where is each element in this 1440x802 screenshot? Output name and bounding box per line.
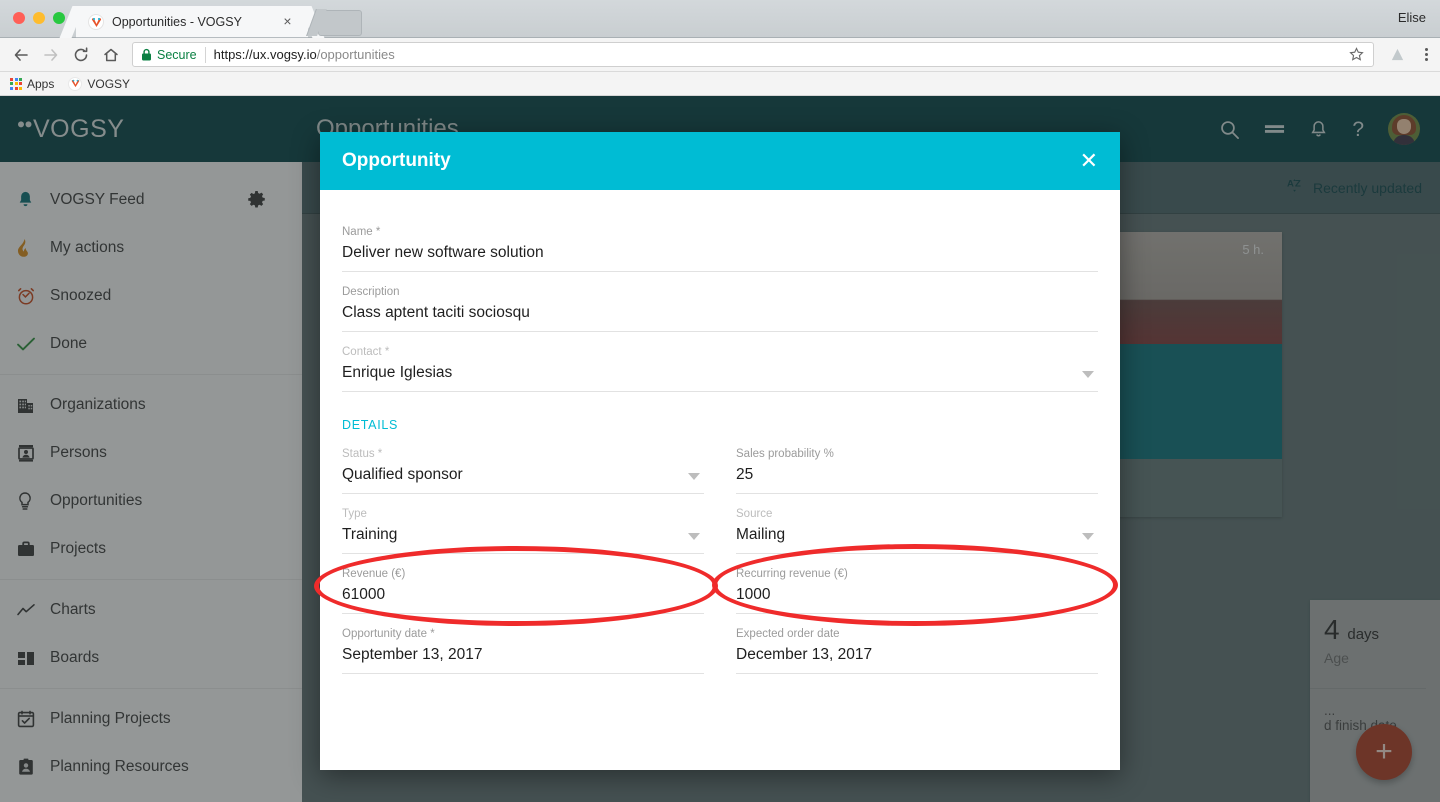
home-icon[interactable] xyxy=(96,40,126,70)
chevron-down-icon[interactable] xyxy=(688,533,700,540)
maximize-window-button[interactable] xyxy=(53,12,65,24)
screenshot-root: Opportunities - VOGSY × Elise Secure htt… xyxy=(0,0,1440,802)
field-contact[interactable]: Contact * Enrique Iglesias xyxy=(342,332,1098,392)
type-select[interactable]: Training xyxy=(342,526,704,554)
recurring-revenue-input[interactable]: 1000 xyxy=(736,586,1098,614)
field-label: Opportunity date * xyxy=(342,628,435,640)
modal-header: Opportunity ✕ xyxy=(320,132,1120,190)
row-dates: Opportunity date * September 13, 2017 Ex… xyxy=(342,614,1098,674)
browser-tab-strip: Opportunities - VOGSY × Elise xyxy=(0,0,1440,38)
revenue-input[interactable]: 61000 xyxy=(342,586,704,614)
apps-grid-icon xyxy=(10,77,22,90)
modal-title: Opportunity xyxy=(342,150,451,171)
browser-tab-active[interactable]: Opportunities - VOGSY × xyxy=(76,6,308,38)
bookmark-apps[interactable]: Apps xyxy=(10,77,54,91)
forward-arrow-icon xyxy=(36,40,66,70)
back-arrow-icon[interactable] xyxy=(6,40,36,70)
opportunity-date-input[interactable]: September 13, 2017 xyxy=(342,646,704,674)
opportunity-modal: Opportunity ✕ Name * Deliver new softwar… xyxy=(320,132,1120,770)
row-revenue: Revenue (€) 61000 Recurring revenue (€) … xyxy=(342,554,1098,614)
reload-icon[interactable] xyxy=(66,40,96,70)
bookmark-bar: Apps VOGSY xyxy=(0,72,1440,96)
sales-probability-input[interactable]: 25 xyxy=(736,466,1098,494)
browser-toolbar: Secure https://ux.vogsy.io/opportunities xyxy=(0,38,1440,72)
field-description[interactable]: Description Class aptent taciti sociosqu xyxy=(342,272,1098,332)
field-label: Source xyxy=(736,508,773,520)
close-icon[interactable]: ✕ xyxy=(1078,146,1100,176)
bookmark-vogsy[interactable]: VOGSY xyxy=(68,76,131,91)
field-label: Description xyxy=(342,286,400,298)
window-traffic-lights[interactable] xyxy=(13,12,65,24)
name-input[interactable]: Deliver new software solution xyxy=(342,244,1098,272)
field-source[interactable]: Source Mailing xyxy=(736,494,1098,554)
drive-icon[interactable] xyxy=(1382,40,1412,70)
status-select[interactable]: Qualified sponsor xyxy=(342,466,704,494)
field-label: Expected order date xyxy=(736,628,840,640)
field-revenue[interactable]: Revenue (€) 61000 xyxy=(342,554,704,614)
row-status-probability: Status * Qualified sponsor Sales probabi… xyxy=(342,434,1098,494)
field-expected-order-date[interactable]: Expected order date December 13, 2017 xyxy=(736,614,1098,674)
row-type-source: Type Training Source Mailing xyxy=(342,494,1098,554)
new-tab-button[interactable] xyxy=(318,10,362,36)
field-sales-probability[interactable]: Sales probability % 25 xyxy=(736,434,1098,494)
field-label: Recurring revenue (€) xyxy=(736,568,848,580)
field-status[interactable]: Status * Qualified sponsor xyxy=(342,434,704,494)
field-recurring-revenue[interactable]: Recurring revenue (€) 1000 xyxy=(736,554,1098,614)
bookmark-apps-label: Apps xyxy=(27,76,55,91)
field-label: Type xyxy=(342,508,367,520)
overflow-menu-icon[interactable] xyxy=(1412,40,1440,70)
omnibox-divider xyxy=(204,46,206,63)
url-path: /opportunities xyxy=(316,47,395,62)
field-label: Name * xyxy=(342,226,381,238)
vogsy-favicon xyxy=(68,76,83,91)
url-domain: https://ux.vogsy.io xyxy=(213,47,317,62)
address-bar[interactable]: Secure https://ux.vogsy.io/opportunities xyxy=(132,42,1374,67)
minimize-window-button[interactable] xyxy=(33,12,45,24)
field-opportunity-date[interactable]: Opportunity date * September 13, 2017 xyxy=(342,614,704,674)
field-name[interactable]: Name * Deliver new software solution xyxy=(342,212,1098,272)
close-window-button[interactable] xyxy=(13,12,25,24)
expected-order-date-input[interactable]: December 13, 2017 xyxy=(736,646,1098,674)
chevron-down-icon[interactable] xyxy=(1082,533,1094,540)
description-input[interactable]: Class aptent taciti sociosqu xyxy=(342,304,1098,332)
chevron-down-icon[interactable] xyxy=(1082,371,1094,378)
browser-profile-name[interactable]: Elise xyxy=(1398,10,1426,25)
lock-icon xyxy=(141,48,152,61)
field-label: Status * xyxy=(342,448,383,460)
field-label: Sales probability % xyxy=(736,448,834,460)
field-label: Revenue (€) xyxy=(342,568,406,580)
address-bar-url: https://ux.vogsy.io/opportunities xyxy=(214,47,395,62)
source-select[interactable]: Mailing xyxy=(736,526,1098,554)
browser-tab-title: Opportunities - VOGSY xyxy=(112,15,242,29)
star-icon[interactable] xyxy=(1348,46,1365,68)
close-tab-button[interactable]: × xyxy=(279,13,296,30)
chevron-down-icon[interactable] xyxy=(688,473,700,480)
field-type[interactable]: Type Training xyxy=(342,494,704,554)
bookmark-vogsy-label: VOGSY xyxy=(87,76,131,91)
section-details-title: DETAILS xyxy=(342,418,399,432)
contact-select[interactable]: Enrique Iglesias xyxy=(342,364,1098,392)
secure-label: Secure xyxy=(157,47,197,62)
modal-body: Name * Deliver new software solution Des… xyxy=(320,190,1120,674)
vogsy-favicon xyxy=(88,14,104,30)
field-label: Contact * xyxy=(342,346,390,358)
